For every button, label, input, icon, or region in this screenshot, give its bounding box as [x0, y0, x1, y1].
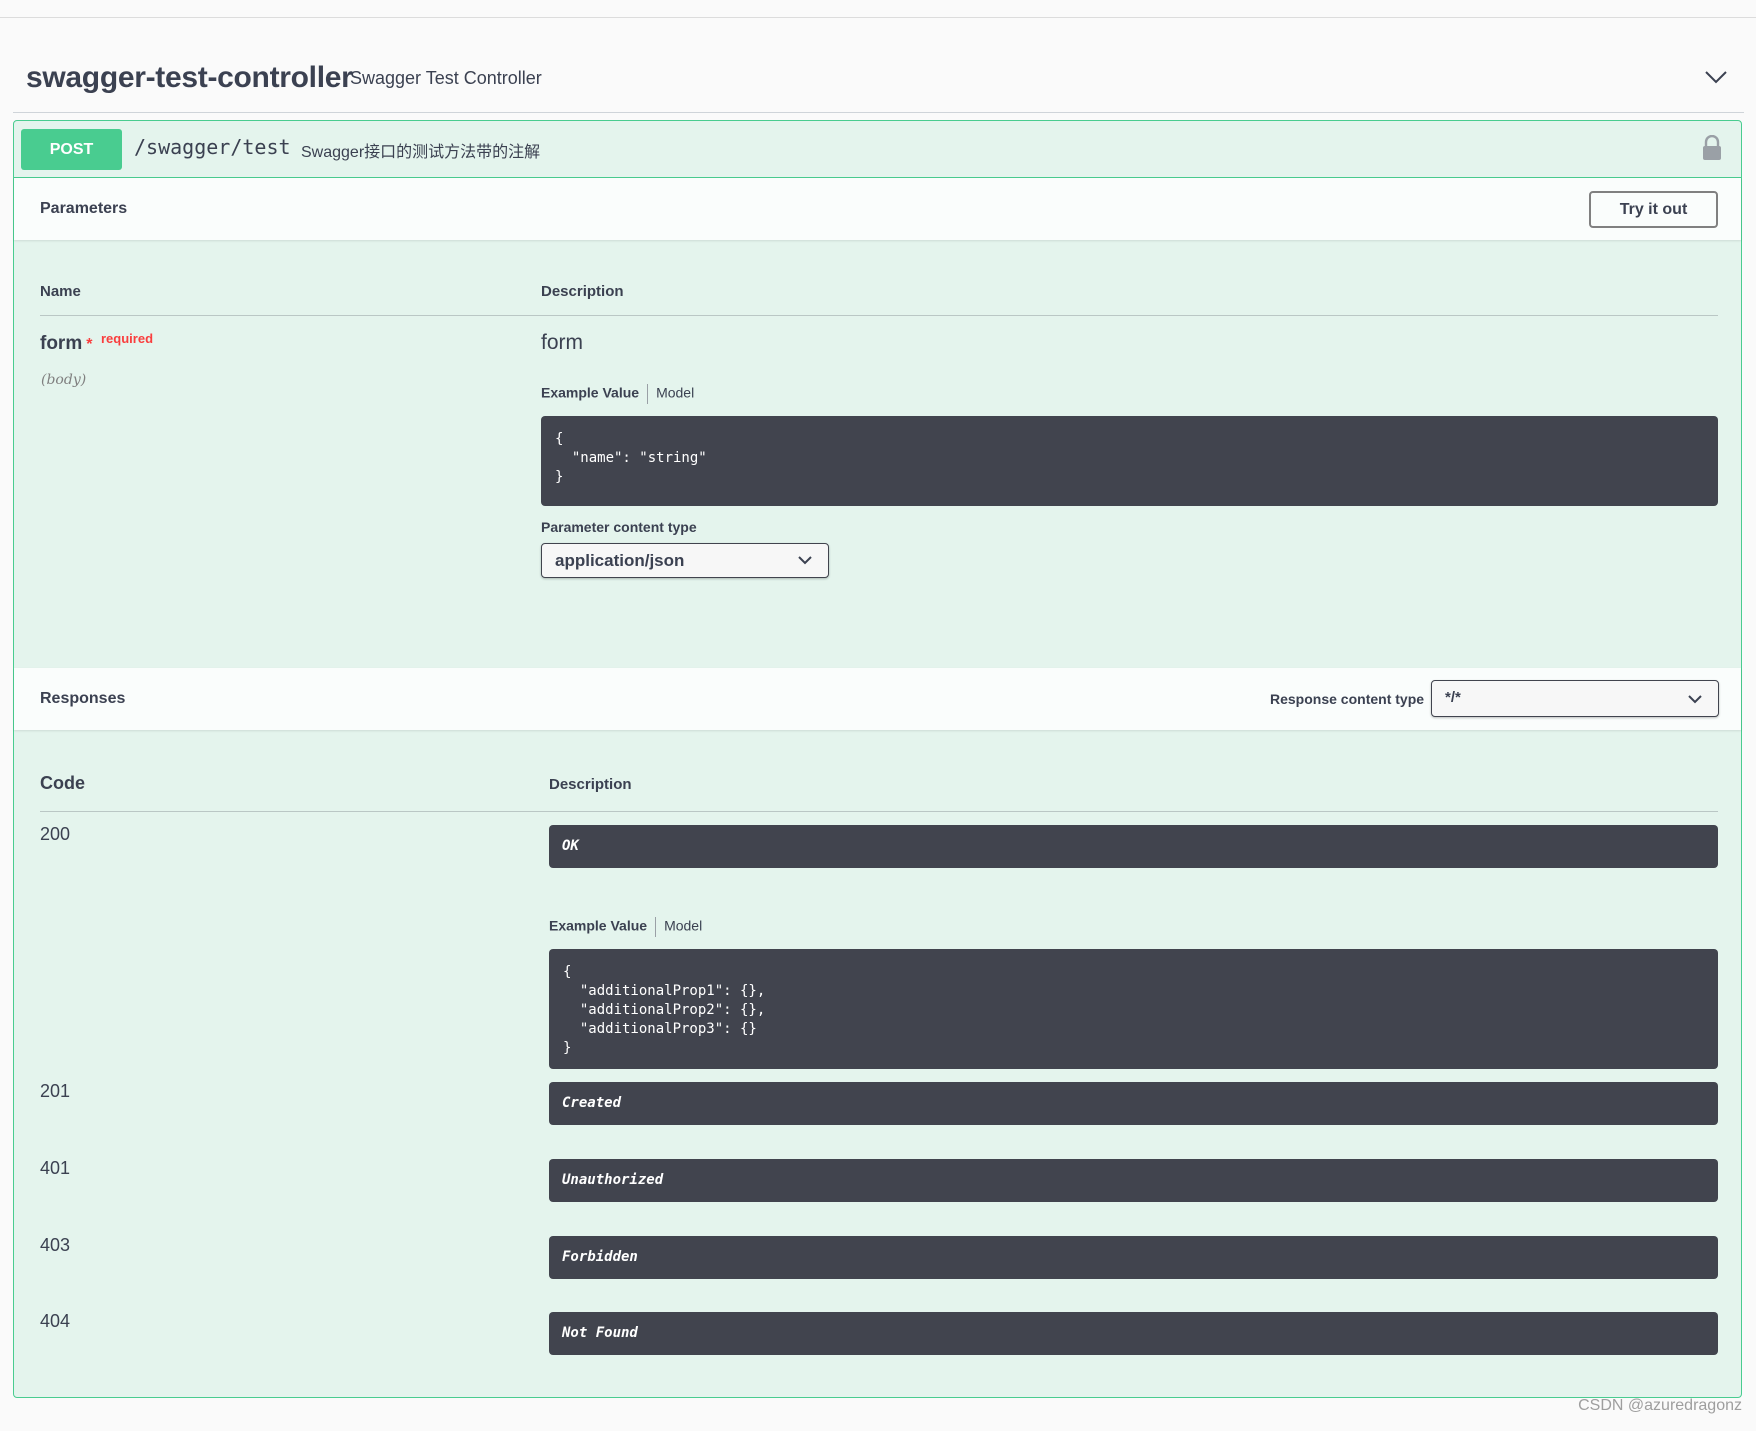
response-content-type-value: */*	[1445, 689, 1461, 706]
params-header-divider	[40, 315, 1718, 316]
response-description: Not Found	[549, 1312, 1718, 1355]
response-description: Unauthorized	[549, 1159, 1718, 1202]
tab-example-value[interactable]: Example Value	[549, 918, 647, 934]
lock-icon[interactable]	[1701, 135, 1723, 161]
col-name-header: Name	[40, 283, 81, 300]
responses-header: Responses Response content type */*	[14, 668, 1741, 730]
method-badge: POST	[21, 129, 122, 170]
example-model-tabs: Example Value Model	[549, 917, 702, 937]
tab-model[interactable]: Model	[664, 918, 702, 934]
parameters-title: Parameters	[40, 200, 128, 217]
tag-title: swagger-test-controller	[26, 61, 353, 94]
opblock-summary[interactable]: POST /swagger/test Swagger接口的测试方法带的注解	[14, 121, 1741, 178]
param-in: (body)	[41, 372, 87, 388]
operation-summary: Swagger接口的测试方法带的注解	[301, 144, 541, 161]
tab-example-value[interactable]: Example Value	[541, 385, 639, 401]
chevron-down-icon	[798, 556, 812, 565]
opblock-post: POST /swagger/test Swagger接口的测试方法带的注解 Pa…	[13, 120, 1742, 1398]
try-it-out-button[interactable]: Try it out	[1589, 191, 1718, 228]
response-code: 403	[40, 1235, 71, 1255]
example-model-tabs: Example Value Model	[541, 384, 694, 404]
response-code: 401	[40, 1158, 71, 1178]
response-content-type-label: Response content type	[1270, 691, 1425, 707]
top-divider	[0, 17, 1756, 18]
col-code-header: Code	[40, 773, 85, 793]
tag-section-header[interactable]: swagger-test-controller Swagger Test Con…	[13, 55, 1744, 113]
response-description: Created	[549, 1082, 1718, 1125]
col-resp-description-header: Description	[549, 776, 632, 793]
responses-title: Responses	[40, 690, 126, 707]
param-description: form	[541, 331, 583, 354]
responses-header-divider	[40, 811, 1718, 812]
required-label: required	[101, 331, 154, 346]
response-example-code: { "additionalProp1": {}, "additionalProp…	[549, 949, 1718, 1069]
response-code: 200	[40, 824, 71, 844]
chevron-down-icon[interactable]	[1704, 65, 1728, 89]
tab-model[interactable]: Model	[656, 385, 694, 401]
operation-path: /swagger/test	[134, 135, 291, 159]
param-content-type-label: Parameter content type	[541, 519, 697, 535]
param-example-code: { "name": "string" }	[541, 416, 1718, 506]
col-description-header: Description	[541, 283, 624, 300]
watermark: CSDN @azuredragonz	[1578, 1397, 1742, 1414]
response-code: 404	[40, 1311, 71, 1331]
response-code: 201	[40, 1081, 71, 1101]
parameters-header: Parameters Try it out	[14, 178, 1741, 240]
param-content-type-select[interactable]: application/json	[541, 543, 829, 578]
response-description: Forbidden	[549, 1236, 1718, 1279]
tag-description: Swagger Test Controller	[350, 68, 542, 88]
param-name: form *	[40, 333, 93, 354]
param-content-type-value: application/json	[555, 551, 685, 570]
chevron-down-icon	[1688, 695, 1702, 704]
response-description: OK	[549, 825, 1718, 868]
response-content-type-select[interactable]: */*	[1431, 680, 1719, 717]
